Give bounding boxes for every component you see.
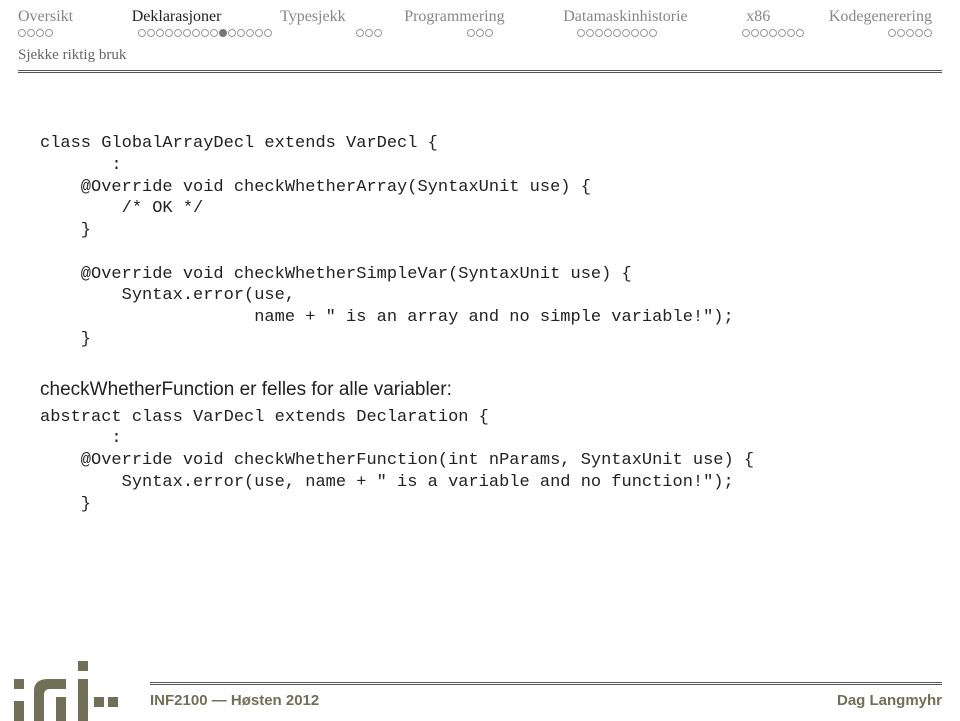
slide-footer: INF2100 — Høsten 2012 Dag Langmyhr — [0, 655, 960, 719]
progress-pip[interactable] — [156, 29, 164, 37]
progress-pip[interactable] — [595, 29, 603, 37]
section-title: Sjekke riktig bruk — [18, 47, 942, 64]
progress-pip[interactable] — [374, 29, 382, 37]
progress-pip[interactable] — [219, 29, 227, 37]
progress-pip[interactable] — [255, 29, 263, 37]
progress-group — [467, 29, 493, 37]
progress-group — [356, 29, 382, 37]
nav-tabs: Oversikt Deklarasjoner Typesjekk Programmer… — [18, 8, 942, 26]
progress-pip[interactable] — [365, 29, 373, 37]
footer-rule — [150, 682, 942, 685]
slide-header: Oversikt Deklarasjoner Typesjekk Programmer… — [0, 0, 960, 64]
progress-pip[interactable] — [640, 29, 648, 37]
progress-pip[interactable] — [915, 29, 923, 37]
institute-logo-icon — [8, 661, 118, 721]
progress-pip[interactable] — [192, 29, 200, 37]
progress-group — [577, 29, 657, 37]
progress-pip[interactable] — [246, 29, 254, 37]
progress-pip[interactable] — [586, 29, 594, 37]
progress-pip[interactable] — [613, 29, 621, 37]
nav-tab[interactable]: Kodegenerering — [829, 8, 932, 26]
progress-pip[interactable] — [237, 29, 245, 37]
progress-pip[interactable] — [174, 29, 182, 37]
progress-pip[interactable] — [778, 29, 786, 37]
progress-pip[interactable] — [485, 29, 493, 37]
progress-group — [888, 29, 932, 37]
progress-pip[interactable] — [228, 29, 236, 37]
progress-pip[interactable] — [201, 29, 209, 37]
progress-pip[interactable] — [264, 29, 272, 37]
progress-pip[interactable] — [888, 29, 896, 37]
progress-pip[interactable] — [906, 29, 914, 37]
progress-pip[interactable] — [796, 29, 804, 37]
progress-pips — [18, 29, 942, 37]
progress-pip[interactable] — [577, 29, 585, 37]
progress-pip[interactable] — [742, 29, 750, 37]
progress-group — [138, 29, 272, 37]
nav-tab[interactable]: Programmering — [404, 8, 504, 26]
progress-pip[interactable] — [622, 29, 630, 37]
progress-pip[interactable] — [45, 29, 53, 37]
nav-tab[interactable]: Typesjekk — [280, 8, 346, 26]
progress-group — [18, 29, 53, 37]
slide-content: class GlobalArrayDecl extends VarDecl { … — [0, 73, 960, 515]
progress-pip[interactable] — [631, 29, 639, 37]
progress-pip[interactable] — [476, 29, 484, 37]
progress-pip[interactable] — [787, 29, 795, 37]
progress-group — [742, 29, 804, 37]
progress-pip[interactable] — [924, 29, 932, 37]
progress-pip[interactable] — [769, 29, 777, 37]
footer-course: INF2100 — Høsten 2012 — [150, 692, 319, 709]
progress-pip[interactable] — [467, 29, 475, 37]
progress-pip[interactable] — [147, 29, 155, 37]
progress-pip[interactable] — [210, 29, 218, 37]
progress-pip[interactable] — [36, 29, 44, 37]
progress-pip[interactable] — [18, 29, 26, 37]
progress-pip[interactable] — [760, 29, 768, 37]
progress-pip[interactable] — [27, 29, 35, 37]
nav-tab[interactable]: Deklarasjoner — [132, 8, 222, 26]
nav-tab[interactable]: Oversikt — [18, 8, 73, 26]
code-block-2: abstract class VarDecl extends Declarati… — [40, 407, 920, 516]
description-text: checkWhetherFunction er felles for alle … — [40, 379, 920, 401]
progress-pip[interactable] — [649, 29, 657, 37]
footer-author: Dag Langmyhr — [837, 692, 942, 709]
progress-pip[interactable] — [751, 29, 759, 37]
progress-pip[interactable] — [897, 29, 905, 37]
progress-pip[interactable] — [138, 29, 146, 37]
nav-tab[interactable]: x86 — [746, 8, 770, 26]
nav-tab[interactable]: Datamaskinhistorie — [563, 8, 687, 26]
progress-pip[interactable] — [604, 29, 612, 37]
code-block-1: class GlobalArrayDecl extends VarDecl { … — [40, 133, 920, 351]
progress-pip[interactable] — [356, 29, 364, 37]
progress-pip[interactable] — [165, 29, 173, 37]
progress-pip[interactable] — [183, 29, 191, 37]
